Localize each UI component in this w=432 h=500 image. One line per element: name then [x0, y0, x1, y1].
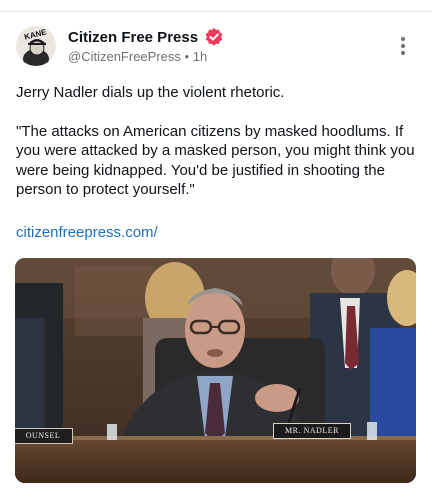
author-handle[interactable]: @CitizenFreePress [68, 49, 181, 64]
more-vertical-icon [401, 37, 405, 55]
verified-badge-icon [204, 27, 224, 47]
more-options-button[interactable] [392, 34, 414, 58]
top-divider [0, 11, 432, 12]
post-media[interactable]: MR. NADLER OUNSEL [15, 258, 416, 483]
post-time[interactable]: 1h [193, 49, 207, 64]
media-image [15, 258, 416, 483]
avatar[interactable]: KANE [16, 26, 56, 66]
counsel-plate: OUNSEL [15, 428, 73, 444]
post-link[interactable]: citizenfreepress.com/ [16, 224, 158, 241]
handle-row: @CitizenFreePress • 1h [68, 49, 207, 64]
post-quote: "The attacks on American citizens by mas… [16, 122, 415, 199]
avatar-image: KANE [16, 26, 56, 66]
separator-dot: • [184, 49, 190, 64]
post-text: Jerry Nadler dials up the violent rhetor… [16, 83, 420, 200]
post-text-line: Jerry Nadler dials up the violent rhetor… [16, 84, 285, 101]
author-name[interactable]: Citizen Free Press [68, 29, 198, 46]
nameplate: MR. NADLER [273, 423, 351, 439]
author-row: Citizen Free Press [68, 27, 224, 47]
